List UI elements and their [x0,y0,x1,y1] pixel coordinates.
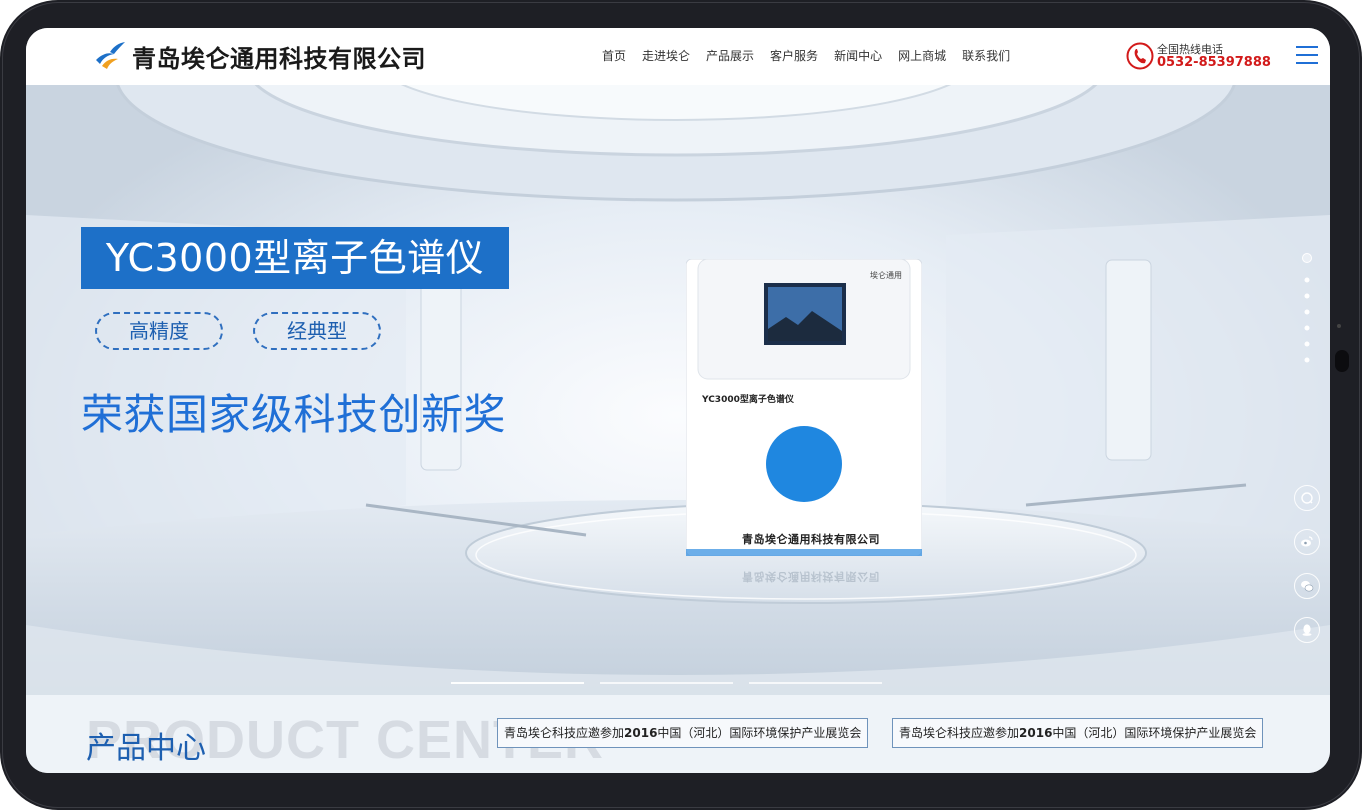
news-link-2[interactable]: 青岛埃仑科技应邀参加2016中国（河北）国际环境保护产业展览会 [892,718,1264,748]
page-dot-4[interactable] [1304,309,1310,315]
screen: 青岛埃仑通用科技有限公司 首页 走进埃仑 产品展示 客户服务 新闻中心 网上商城… [26,28,1330,773]
hotline-number[interactable]: 0532-85397888 [1157,55,1271,70]
site-header: 青岛埃仑通用科技有限公司 首页 走进埃仑 产品展示 客户服务 新闻中心 网上商城… [26,28,1330,85]
chat-icon[interactable] [1294,485,1320,511]
page-dot-7[interactable] [1304,357,1310,363]
page-dot-3[interactable] [1304,293,1310,299]
slide-bar-2[interactable] [600,682,733,684]
page-dot-5[interactable] [1304,325,1310,331]
qq-icon[interactable] [1294,617,1320,643]
device-company-label: 青岛埃仑通用科技有限公司 [742,533,880,546]
main-nav: 首页 走进埃仑 产品展示 客户服务 新闻中心 网上商城 联系我们 [594,47,1018,65]
nav-item-news[interactable]: 新闻中心 [826,47,890,65]
news-prefix: 青岛埃仑科技应邀参加 [504,726,625,740]
feature-tag-classic: 经典型 [253,312,381,350]
news-year: 2016 [1019,726,1053,740]
news-prefix: 青岛埃仑科技应邀参加 [899,726,1020,740]
phone-icon [1126,42,1154,70]
hero-banner: 埃仑通用 YC3000型离子色谱仪 青岛埃仑通用科技有限公司 青岛埃仑通用科技有… [26,85,1330,695]
slide-bar-3[interactable] [749,682,882,684]
nav-item-home[interactable]: 首页 [594,47,634,65]
hotline: 全国热线电话 0532-85397888 [1126,40,1271,74]
hamburger-menu-icon[interactable] [1296,46,1318,64]
slide-bar-1[interactable] [451,682,584,684]
bird-logo-icon[interactable] [94,40,126,72]
section-title: 产品中心 [86,731,206,766]
nav-item-products[interactable]: 产品展示 [698,47,762,65]
company-name[interactable]: 青岛埃仑通用科技有限公司 [132,39,426,74]
device-reflection: 青岛埃仑通用科技有限公司 [742,570,880,583]
page-dot-1[interactable] [1302,253,1312,263]
hero-title-box: YC3000型离子色谱仪 [81,227,509,289]
wechat-icon[interactable] [1294,573,1320,599]
sensor-dot [1337,324,1341,328]
nav-item-shop[interactable]: 网上商城 [890,47,954,65]
weibo-icon[interactable] [1294,529,1320,555]
slide-indicator [451,682,882,684]
hero-title: YC3000型离子色谱仪 [105,236,485,280]
product-center-section: PRODUCT CENTER 产品中心 青岛埃仑科技应邀参加2016中国（河北）… [26,695,1330,773]
nav-item-service[interactable]: 客户服务 [762,47,826,65]
page-dot-2[interactable] [1304,277,1310,283]
hero-award: 荣获国家级科技创新奖 [81,390,507,439]
ion-chromatograph-image [686,259,922,556]
nav-item-contact[interactable]: 联系我们 [954,47,1018,65]
page-dot-6[interactable] [1304,341,1310,347]
news-year: 2016 [624,726,658,740]
nav-item-about[interactable]: 走进埃仑 [634,47,698,65]
feature-tag-precision: 高精度 [95,312,223,350]
home-button [1335,350,1349,372]
device-model-label: YC3000型离子色谱仪 [702,395,794,405]
news-link-1[interactable]: 青岛埃仑科技应邀参加2016中国（河北）国际环境保护产业展览会 [497,718,869,748]
news-suffix: 中国（河北）国际环境保护产业展览会 [1052,726,1257,740]
news-suffix: 中国（河北）国际环境保护产业展览会 [657,726,862,740]
device-brand-label: 埃仑通用 [870,271,902,280]
